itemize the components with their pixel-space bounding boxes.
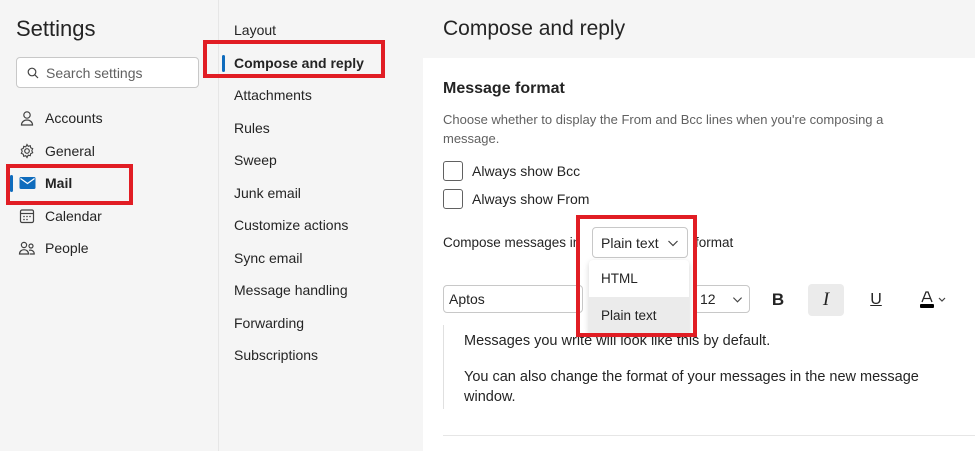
font-color-icon: [920, 291, 946, 308]
subnav-item-customize-actions[interactable]: Customize actions: [219, 209, 424, 242]
sidebar-item-label: General: [45, 142, 95, 159]
always-show-from-checkbox[interactable]: [443, 189, 463, 209]
font-family-select[interactable]: Aptos: [443, 285, 583, 313]
always-show-bcc-label: Always show Bcc: [472, 163, 581, 179]
subnav-item-junk-email[interactable]: Junk email: [219, 177, 424, 210]
bold-button[interactable]: B: [760, 284, 796, 316]
always-show-from-label: Always show From: [472, 191, 590, 207]
subnav-item-subscriptions[interactable]: Subscriptions: [219, 339, 424, 372]
section-divider: [443, 435, 975, 436]
person-icon: [18, 109, 36, 127]
search-settings-box[interactable]: [16, 57, 199, 88]
italic-icon: I: [822, 289, 830, 310]
italic-button[interactable]: I: [808, 284, 844, 316]
settings-categories: Accounts General Mail Calendar People: [0, 102, 218, 265]
compose-format-label: Compose messages in: [443, 235, 581, 250]
always-show-from-row[interactable]: Always show From: [443, 189, 589, 209]
always-show-bcc-checkbox[interactable]: [443, 161, 463, 181]
font-color-button[interactable]: [911, 284, 955, 316]
sidebar-item-people[interactable]: People: [0, 232, 218, 265]
subnav-item-layout[interactable]: Layout: [219, 14, 424, 47]
format-option-plain-text[interactable]: Plain text: [589, 297, 689, 334]
format-dropdown-menu: HTML Plain text: [589, 260, 689, 334]
subnav-item-sweep[interactable]: Sweep: [219, 144, 424, 177]
subnav-item-forwarding[interactable]: Forwarding: [219, 307, 424, 340]
calendar-icon: [18, 207, 36, 225]
sidebar-item-general[interactable]: General: [0, 135, 218, 168]
people-icon: [18, 239, 36, 257]
formatting-toolbar: Aptos 12 B I U: [443, 284, 975, 316]
subnav-item-rules[interactable]: Rules: [219, 112, 424, 145]
font-size-select[interactable]: 12: [694, 285, 750, 313]
compose-format-suffix: format: [695, 235, 734, 250]
sidebar-item-mail[interactable]: Mail: [0, 167, 218, 200]
message-format-description: Choose whether to display the From and B…: [443, 112, 884, 146]
gear-icon: [18, 142, 36, 160]
sidebar-item-label: Mail: [45, 175, 73, 192]
subnav-item-message-handling[interactable]: Message handling: [219, 274, 424, 307]
mail-subnav: Layout Compose and reply Attachments Rul…: [218, 0, 423, 451]
font-family-value: Aptos: [449, 291, 485, 307]
settings-title: Settings: [16, 16, 96, 41]
compose-format-select[interactable]: Plain text: [592, 227, 688, 258]
message-format-heading: Message format: [443, 80, 565, 97]
mail-subnav-list: Layout Compose and reply Attachments Rul…: [219, 14, 424, 372]
subnav-item-sync-email[interactable]: Sync email: [219, 242, 424, 275]
search-icon: [27, 67, 39, 78]
chevron-down-icon: [732, 297, 743, 303]
format-preview: Messages you write will look like this b…: [443, 325, 975, 409]
chevron-down-icon: [668, 240, 678, 247]
sidebar-item-calendar[interactable]: Calendar: [0, 200, 218, 233]
sidebar-item-label: Accounts: [45, 110, 103, 127]
underline-button[interactable]: U: [858, 284, 894, 316]
content-header: Compose and reply: [423, 0, 975, 58]
settings-content: Compose and reply Message format Choose …: [423, 0, 975, 451]
subnav-item-attachments[interactable]: Attachments: [219, 79, 424, 112]
subnav-item-compose-and-reply[interactable]: Compose and reply: [219, 47, 424, 80]
preview-line-2: You can also change the format of your m…: [464, 369, 919, 405]
settings-sidebar: Settings Accounts General Mail Calendar …: [0, 0, 218, 451]
font-size-value: 12: [700, 291, 716, 307]
mail-icon: [18, 174, 36, 192]
sidebar-item-label: Calendar: [45, 207, 102, 224]
bold-icon: B: [771, 290, 785, 309]
search-input[interactable]: [46, 64, 186, 81]
compose-format-value: Plain text: [601, 234, 659, 251]
sidebar-item-label: People: [45, 240, 89, 257]
always-show-bcc-row[interactable]: Always show Bcc: [443, 161, 580, 181]
format-option-html[interactable]: HTML: [589, 260, 689, 297]
page-title: Compose and reply: [443, 17, 626, 40]
preview-line-1: Messages you write will look like this b…: [464, 333, 771, 349]
underline-icon: U: [870, 291, 882, 308]
sidebar-item-accounts[interactable]: Accounts: [0, 102, 218, 135]
